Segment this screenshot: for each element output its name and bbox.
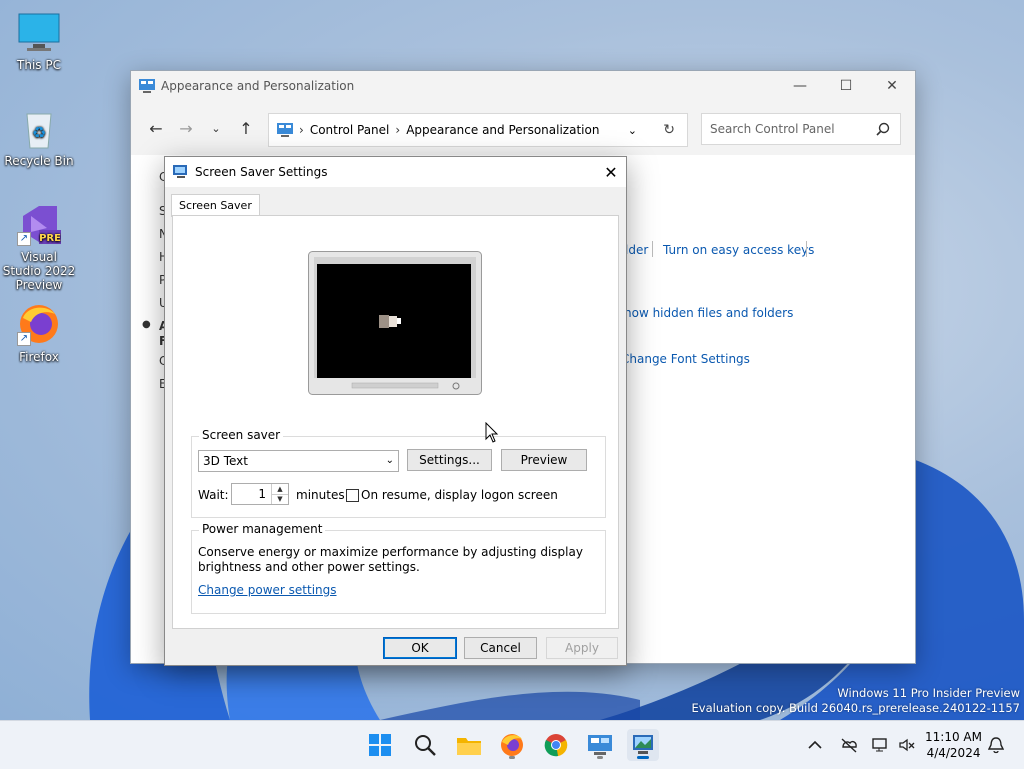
- svg-text:♻: ♻: [32, 123, 46, 142]
- screen-saver-icon[interactable]: [627, 729, 659, 761]
- chrome-icon[interactable]: [540, 729, 572, 761]
- apply-button[interactable]: Apply: [546, 637, 618, 659]
- network-offline-icon[interactable]: [840, 721, 858, 769]
- preview-button[interactable]: Preview: [501, 449, 587, 471]
- firefox-icon: ↗: [17, 302, 61, 346]
- clock-date: 4/4/2024: [926, 746, 981, 760]
- control-panel-icon[interactable]: [584, 729, 616, 761]
- cp-title: Appearance and Personalization: [161, 79, 355, 93]
- cp-title-bar[interactable]: Appearance and Personalization — ☐ ✕: [131, 71, 915, 101]
- running-indicator: [597, 756, 603, 759]
- search-icon[interactable]: [409, 729, 441, 761]
- breadcrumb-control-panel[interactable]: Control Panel: [310, 123, 390, 137]
- search-box[interactable]: Search Control Panel: [701, 113, 901, 145]
- tab-screen-saver[interactable]: Screen Saver: [171, 194, 260, 217]
- desktop-icon-visual-studio[interactable]: PRE ↗ Visual Studio 2022 Preview: [1, 202, 77, 292]
- desktop-icon-label: Visual Studio 2022 Preview: [2, 250, 76, 292]
- cancel-button[interactable]: Cancel: [464, 637, 537, 659]
- recent-chevron-down-icon[interactable]: ⌄: [201, 113, 231, 143]
- clock-time: 11:10 AM: [925, 730, 982, 744]
- screen-saver-group-label: Screen saver: [199, 428, 284, 442]
- chevron-down-icon: ⌄: [385, 455, 394, 466]
- display-icon[interactable]: [872, 721, 890, 769]
- desktop-icon-recycle-bin[interactable]: ♻ Recycle Bin: [1, 106, 77, 168]
- system-clock[interactable]: 11:10 AM 4/4/2024: [925, 729, 982, 761]
- screen-saver-icon: [173, 165, 187, 178]
- minimize-button[interactable]: —: [777, 71, 823, 101]
- close-window-button[interactable]: ✕: [869, 71, 915, 101]
- file-explorer-icon[interactable]: [453, 729, 485, 761]
- taskbar: 11:10 AM 4/4/2024: [0, 720, 1024, 769]
- chevron-down-icon[interactable]: ⌄: [628, 124, 637, 137]
- mouse-cursor-icon: [485, 422, 499, 443]
- easy-access-keys-link[interactable]: Turn on easy access keys: [663, 243, 814, 257]
- start-icon[interactable]: [364, 729, 396, 761]
- forward-arrow-icon[interactable]: →: [171, 113, 201, 143]
- wait-label: Wait:: [198, 488, 229, 502]
- ok-button[interactable]: OK: [383, 637, 457, 659]
- desktop-icon-firefox[interactable]: ↗ Firefox: [1, 302, 77, 364]
- screen-saver-dropdown[interactable]: 3D Text ⌄: [198, 450, 399, 472]
- watermark-line2: Evaluation copy. Build 26040.rs_prerelea…: [691, 701, 1020, 715]
- settings-button[interactable]: Settings...: [407, 449, 492, 471]
- search-icon: [876, 122, 890, 136]
- shortcut-arrow-icon: ↗: [17, 232, 31, 246]
- change-power-settings-link[interactable]: Change power settings: [198, 583, 337, 597]
- control-panel-icon: [139, 79, 155, 93]
- volume-muted-icon[interactable]: [898, 721, 916, 769]
- wait-value: 1: [258, 487, 266, 501]
- watermark-line1: Windows 11 Pro Insider Preview: [837, 686, 1020, 700]
- visual-studio-icon: PRE ↗: [17, 202, 61, 246]
- show-hidden-icons-chevron-up-icon[interactable]: [808, 721, 822, 769]
- control-panel-icon: [277, 123, 293, 137]
- dialog-title-bar[interactable]: Screen Saver Settings ✕: [165, 157, 626, 187]
- spin-down-icon[interactable]: ▼: [271, 494, 288, 504]
- breadcrumb-appearance[interactable]: Appearance and Personalization: [406, 123, 599, 137]
- maximize-button[interactable]: ☐: [823, 71, 869, 101]
- power-management-label: Power management: [199, 522, 326, 536]
- link-separator: [652, 241, 653, 257]
- screen-saver-dropdown-value: 3D Text: [203, 454, 248, 468]
- notification-bell-icon[interactable]: [988, 721, 1004, 769]
- power-description-line2: brightness and other power settings.: [198, 560, 420, 574]
- desktop-icon-label: Firefox: [19, 350, 59, 364]
- pre-badge: PRE: [39, 233, 61, 244]
- running-indicator: [509, 756, 515, 759]
- screen-saver-dialog[interactable]: Screen Saver Settings ✕ Screen Saver Scr…: [164, 156, 627, 666]
- desktop-icon-label: Recycle Bin: [4, 154, 74, 168]
- link-separator: [806, 241, 807, 257]
- shortcut-arrow-icon: ↗: [17, 332, 31, 346]
- resume-logon-label[interactable]: On resume, display logon screen: [361, 488, 558, 502]
- font-settings-link[interactable]: Change Font Settings: [621, 352, 750, 366]
- desktop-icon-label: This PC: [17, 58, 61, 72]
- refresh-icon[interactable]: ↻: [663, 122, 675, 138]
- search-placeholder: Search Control Panel: [710, 122, 835, 136]
- resume-logon-checkbox[interactable]: [346, 489, 359, 502]
- address-bar[interactable]: › Control Panel › Appearance and Persona…: [268, 113, 688, 147]
- minutes-label: minutes: [296, 488, 345, 502]
- hidden-files-link[interactable]: how hidden files and folders: [624, 306, 793, 320]
- monitor-preview: [308, 251, 482, 395]
- active-indicator: [637, 756, 649, 759]
- up-arrow-icon[interactable]: ↑: [231, 113, 261, 143]
- power-description-line1: Conserve energy or maximize performance …: [198, 545, 583, 559]
- screen-saver-panel: Screen saver 3D Text ⌄ Settings... Previ…: [172, 215, 619, 629]
- desktop-icon-this-pc[interactable]: This PC: [1, 10, 77, 72]
- wait-minutes-spinner[interactable]: 1 ▲ ▼: [231, 483, 289, 505]
- chevron-right-icon: ›: [299, 123, 304, 137]
- back-arrow-icon[interactable]: ←: [141, 113, 171, 143]
- monitor-icon: [17, 10, 61, 54]
- close-icon[interactable]: ✕: [596, 163, 626, 182]
- chevron-right-icon: ›: [395, 123, 401, 137]
- folder-options-link[interactable]: lder: [625, 243, 648, 257]
- firefox-icon[interactable]: [496, 729, 528, 761]
- recycle-bin-icon: ♻: [17, 106, 61, 150]
- windows-watermark: Windows 11 Pro Insider Preview Evaluatio…: [692, 686, 1020, 716]
- current-category-bullet: ●: [142, 319, 151, 330]
- dialog-title: Screen Saver Settings: [195, 165, 328, 179]
